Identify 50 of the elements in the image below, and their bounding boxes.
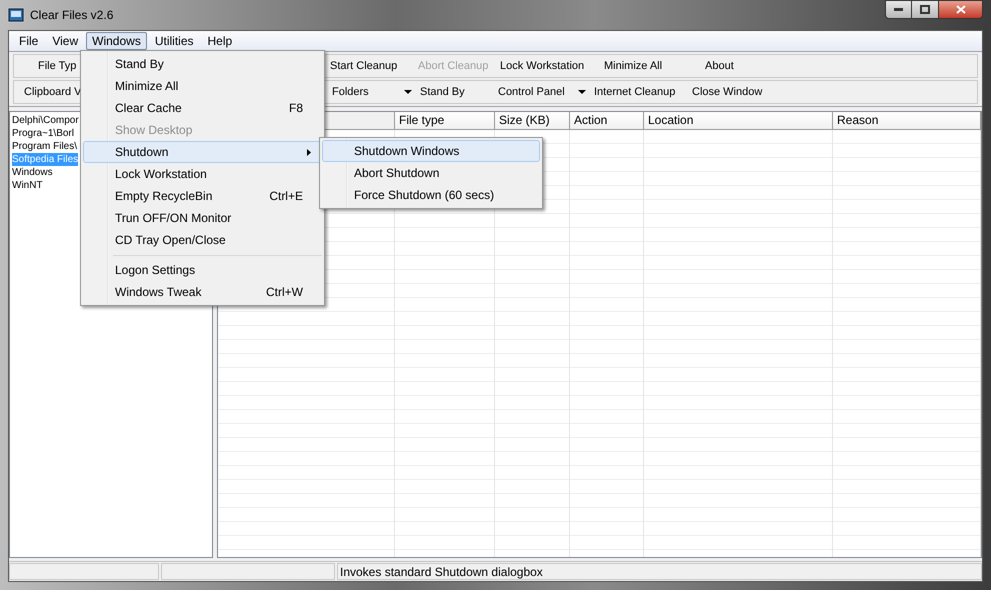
toolbar-button[interactable]: Folders [332,84,420,100]
maximize-button[interactable] [912,0,938,19]
menu-item[interactable]: File [13,32,44,50]
menu-item[interactable]: Shutdown [83,141,322,163]
menu-item[interactable]: CD Tray Open/Close [83,229,322,251]
menu-item[interactable]: Utilities [148,32,200,50]
column-header[interactable]: Reason [833,112,981,129]
dropdown-arrow-icon [404,90,412,94]
toolbar-button[interactable]: Internet Cleanup [594,84,692,100]
minimize-icon [894,8,903,11]
menu-item[interactable]: Windows Tweak Ctrl+W [83,281,322,303]
menu-item[interactable]: Windows [86,32,147,50]
menu-item[interactable]: Empty RecycleBin Ctrl+E [83,185,322,207]
toolbar-button[interactable]: Stand By [420,84,498,100]
folder-item[interactable]: Windows [12,166,53,179]
close-icon [956,5,966,14]
menu-item[interactable]: View [46,32,84,50]
menu-item[interactable]: Minimize All [83,75,322,97]
menu-item[interactable]: Shutdown Windows [322,140,540,162]
toolbar-button[interactable]: Lock Workstation [500,58,584,74]
menu-item[interactable]: Lock Workstation [83,163,322,185]
folder-item[interactable]: Delphi\Compor [12,114,79,127]
minimize-button[interactable] [885,0,912,19]
column-header[interactable]: Location [644,112,833,129]
folder-item[interactable]: Program Files\ [12,140,78,153]
folder-item[interactable]: WinNT [12,179,43,192]
toolbar-button[interactable]: Close Window [692,84,782,100]
app-icon [8,7,24,23]
window-title: Clear Files v2.6 [30,7,114,24]
toolbar-button[interactable]: About [705,58,734,74]
maximize-icon [920,5,930,14]
submenu-arrow-icon [307,148,311,156]
column-header[interactable]: Size (KB) [495,112,570,129]
column-header[interactable]: Action [570,112,644,129]
menu-item[interactable]: Stand By [83,53,322,75]
dropdown-arrow-icon [578,90,586,94]
toolbar-button[interactable]: Minimize All [604,58,662,74]
toolbar-button[interactable]: File Typ [38,58,76,74]
toolbar-button[interactable]: Start Cleanup [330,58,398,74]
menu-item[interactable]: Clear Cache F8 [83,97,322,119]
column-header[interactable]: File type [395,112,495,129]
status-message: Invokes standard Shutdown dialogbox [337,563,982,580]
toolbar-button[interactable]: Control Panel [498,84,594,100]
menu-item[interactable]: Logon Settings [83,259,322,281]
menu-item[interactable]: Trun OFF/ON Monitor [83,207,322,229]
folder-item[interactable]: Progra~1\Borl [12,127,74,140]
menu-item[interactable]: Help [202,32,238,50]
menu-item[interactable]: Abort Shutdown [322,162,540,184]
close-button[interactable] [938,0,983,19]
menu-item[interactable]: Force Shutdown (60 secs) [322,184,540,206]
